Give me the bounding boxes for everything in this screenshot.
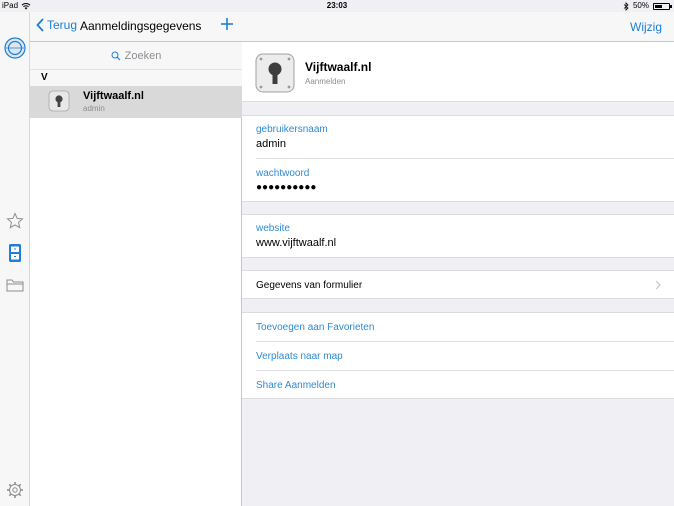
list-item-title: Vijftwaalf.nl — [83, 90, 144, 102]
item-header: Vijftwaalf.nl Aanmelden — [242, 42, 674, 102]
categories-button[interactable] — [3, 241, 27, 265]
credentials-section: gebruikersnaam admin wachtwoord ●●●●●●●●… — [242, 115, 674, 202]
settings-icon — [7, 482, 23, 498]
password-field[interactable]: wachtwoord ●●●●●●●●●● — [256, 168, 674, 193]
settings-button[interactable] — [3, 478, 27, 502]
actions-section: Toevoegen aan Favorieten Verplaats naar … — [242, 312, 674, 399]
back-button[interactable]: Terug — [36, 18, 77, 32]
website-field[interactable]: website www.vijftwaalf.nl — [256, 223, 674, 249]
add-to-favorites-button[interactable]: Toevoegen aan Favorieten — [256, 322, 374, 333]
chevron-right-icon — [655, 280, 661, 290]
website-value: www.vijftwaalf.nl — [256, 237, 337, 249]
item-title: Vijftwaalf.nl — [305, 60, 372, 74]
battery-icon — [653, 2, 672, 10]
chevron-left-icon — [36, 18, 44, 32]
list-navigation-bar: Terug Aanmeldingsgegevens — [30, 12, 242, 42]
website-label: website — [256, 223, 290, 234]
list-item[interactable]: Vijftwaalf.nl admin — [30, 86, 242, 118]
item-category: Aanmelden — [305, 77, 346, 86]
list-title: Aanmeldingsgegevens — [80, 19, 202, 33]
compass-button[interactable] — [3, 36, 27, 60]
username-field[interactable]: gebruikersnaam admin — [256, 124, 674, 150]
divider — [256, 341, 674, 342]
form-details-row[interactable]: Gegevens van formulier — [242, 270, 674, 299]
password-label: wachtwoord — [256, 168, 310, 179]
bluetooth-icon — [623, 1, 629, 11]
list-item-subtitle: admin — [83, 104, 105, 113]
edit-button[interactable]: Wijzig — [630, 20, 662, 34]
username-label: gebruikersnaam — [256, 124, 328, 135]
favorites-button[interactable] — [3, 209, 27, 233]
star-icon — [6, 212, 24, 229]
share-login-button[interactable]: Share Aanmelden — [256, 380, 336, 391]
website-section: website www.vijftwaalf.nl — [242, 214, 674, 258]
divider — [256, 158, 674, 159]
category-rail — [0, 12, 30, 506]
search-field[interactable]: Zoeken — [30, 42, 242, 70]
add-icon[interactable] — [218, 15, 236, 33]
compass-icon — [4, 37, 26, 59]
detail-pane: Wijzig Vijftwaalf.nl Aanmelden gebruiker… — [242, 12, 674, 506]
status-bar: iPad 23:03 50% — [0, 0, 674, 12]
search-placeholder: Zoeken — [124, 49, 162, 62]
divider — [256, 370, 674, 371]
search-icon — [111, 51, 121, 60]
back-label: Terug — [47, 18, 78, 32]
status-time: 23:03 — [326, 1, 348, 10]
login-icon — [255, 53, 295, 93]
move-to-folder-button[interactable]: Verplaats naar map — [256, 351, 343, 362]
section-header: V — [30, 70, 242, 86]
folder-icon — [6, 279, 24, 292]
password-value: ●●●●●●●●●● — [256, 182, 317, 193]
folders-button[interactable] — [3, 273, 27, 297]
battery-percent: 50% — [632, 1, 649, 10]
cabinet-icon — [9, 244, 21, 262]
username-value: admin — [256, 138, 286, 150]
form-details-label: Gegevens van formulier — [256, 280, 363, 291]
list-pane: Terug Aanmeldingsgegevens Zoeken V Vijft… — [30, 12, 242, 506]
detail-navigation-bar: Wijzig — [242, 12, 674, 42]
login-item-icon — [48, 90, 70, 112]
